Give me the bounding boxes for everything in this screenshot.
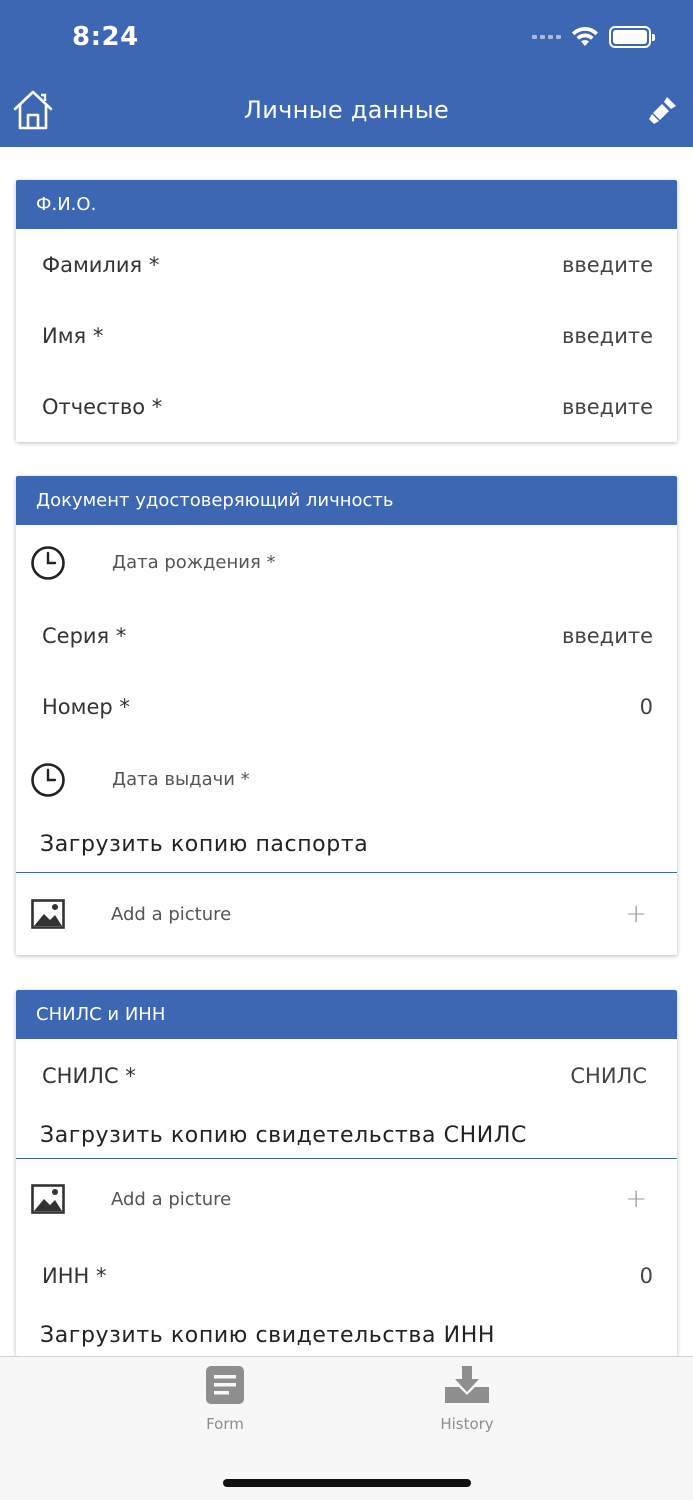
clock-icon — [31, 762, 65, 797]
status-time: 8:24 — [72, 22, 139, 52]
name-input[interactable]: введите — [562, 324, 653, 348]
identity-document-card: Документ удостоверяющий личность Дата ро… — [16, 476, 677, 955]
cellular-signal-icon — [532, 35, 561, 39]
snils-inn-card: СНИЛС и ИНН СНИЛС * СНИЛС Загрузить копи… — [16, 990, 677, 1356]
snils-inn-card-header: СНИЛС и ИНН — [16, 990, 677, 1039]
fio-card: Ф.И.О. Фамилия * введите Имя * введите О… — [16, 180, 677, 442]
series-input[interactable]: введите — [562, 624, 653, 648]
inn-label: ИНН * — [42, 1263, 107, 1288]
page-title: Личные данные — [243, 96, 450, 124]
name-field[interactable]: Имя * введите — [16, 300, 677, 371]
name-label: Имя * — [42, 323, 104, 348]
number-label: Номер * — [42, 694, 130, 719]
tab-history[interactable]: History — [407, 1365, 527, 1433]
clock-icon — [31, 545, 65, 580]
download-tray-icon — [445, 1366, 489, 1403]
issue-date-field[interactable]: Дата выдачи * — [16, 742, 677, 817]
home-indicator — [223, 1479, 471, 1487]
snils-input[interactable]: СНИЛС — [570, 1064, 647, 1088]
surname-input[interactable]: введите — [562, 253, 653, 277]
patronymic-field[interactable]: Отчество * введите — [16, 371, 677, 442]
fio-card-header: Ф.И.О. — [16, 180, 677, 229]
inn-upload-title: Загрузить копию свидетельства ИНН — [40, 1322, 496, 1348]
patronymic-label: Отчество * — [42, 394, 163, 419]
number-field[interactable]: Номер * 0 — [16, 671, 677, 742]
snils-field[interactable]: СНИЛС * СНИЛС — [16, 1039, 677, 1113]
wifi-icon — [572, 26, 598, 46]
patronymic-input[interactable]: введите — [562, 395, 653, 419]
add-passport-picture-button[interactable]: Add a picture + — [16, 873, 677, 955]
top-bar: 8:24 Личные данные — [0, 0, 693, 147]
add-picture-label: Add a picture — [111, 1188, 232, 1210]
document-icon — [206, 1366, 244, 1404]
surname-label: Фамилия * — [42, 252, 160, 277]
issue-date-label: Дата выдачи * — [112, 769, 250, 790]
brush-icon — [649, 97, 676, 124]
document-card-header: Документ удостоверяющий личность — [16, 476, 677, 525]
inn-input[interactable]: 0 — [640, 1264, 653, 1288]
image-icon — [31, 899, 65, 929]
status-icons — [532, 26, 655, 48]
snils-label: СНИЛС * — [42, 1064, 136, 1088]
inn-field[interactable]: ИНН * 0 — [16, 1239, 677, 1312]
plus-icon[interactable]: + — [625, 899, 647, 929]
snils-upload-title: Загрузить копию свидетельства СНИЛС — [16, 1113, 677, 1159]
series-field[interactable]: Серия * введите — [16, 600, 677, 671]
tab-form[interactable]: Form — [165, 1365, 285, 1433]
battery-icon — [609, 26, 655, 48]
series-label: Серия * — [42, 623, 127, 648]
birth-date-label: Дата рождения * — [112, 552, 276, 573]
clear-form-button[interactable] — [647, 94, 679, 126]
passport-upload-title: Загрузить копию паспорта — [16, 817, 677, 873]
surname-field[interactable]: Фамилия * введите — [16, 229, 677, 300]
tab-form-label: Form — [206, 1415, 244, 1433]
add-picture-label: Add a picture — [111, 903, 232, 925]
image-icon — [31, 1184, 65, 1214]
add-snils-picture-button[interactable]: Add a picture + — [16, 1159, 677, 1239]
birth-date-field[interactable]: Дата рождения * — [16, 525, 677, 600]
plus-icon[interactable]: + — [625, 1184, 647, 1214]
tab-history-label: History — [440, 1415, 494, 1433]
number-input[interactable]: 0 — [640, 695, 653, 719]
